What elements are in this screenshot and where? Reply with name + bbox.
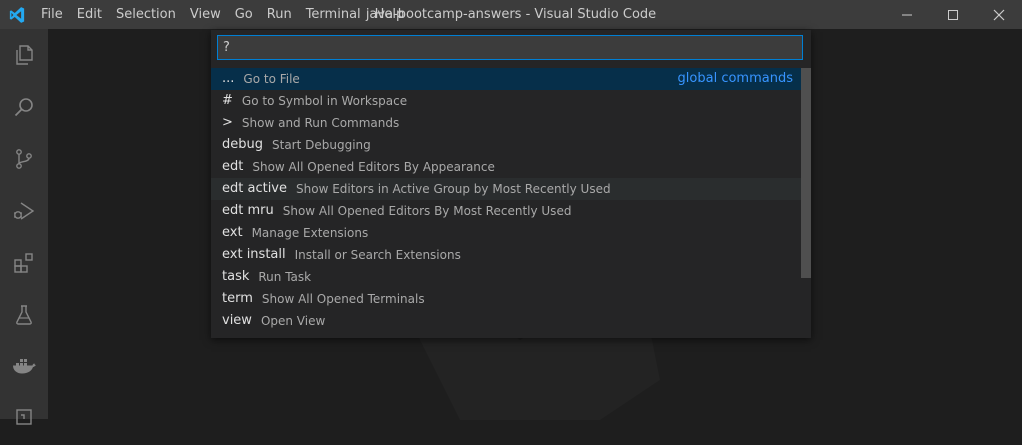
item-description: Show All Opened Editors By Appearance <box>252 160 495 174</box>
item-description: Open View <box>260 314 326 328</box>
quick-open-widget: ? ... Go to File global commands # Go to… <box>211 30 811 338</box>
item-description: Start Debugging <box>272 138 371 152</box>
minimize-button[interactable] <box>884 0 930 29</box>
menu-terminal[interactable]: Terminal <box>299 0 368 29</box>
maximize-button[interactable] <box>930 0 976 29</box>
quick-open-item[interactable]: term Show All Opened Terminals <box>211 288 801 310</box>
quick-open-item[interactable]: # Go to Symbol in Workspace <box>211 90 801 112</box>
maximize-icon <box>948 9 958 20</box>
item-description: Manage Extensions <box>251 226 369 240</box>
item-prefix: view <box>222 313 252 328</box>
item-prefix: ... <box>222 71 235 86</box>
item-description: Run Task <box>258 270 312 284</box>
item-prefix: > <box>222 115 233 130</box>
run-debug-icon[interactable] <box>0 185 48 237</box>
quick-open-list: ... Go to File global commands # Go to S… <box>211 68 801 332</box>
item-description: Go to File <box>243 72 300 86</box>
testing-icon[interactable] <box>0 289 48 341</box>
quick-open-item[interactable]: task Run Task <box>211 266 801 288</box>
quick-open-item[interactable]: edt active Show Editors in Active Group … <box>211 178 801 200</box>
quick-open-scrollbar[interactable] <box>801 68 811 278</box>
menu-edit[interactable]: Edit <box>70 0 109 29</box>
close-button[interactable] <box>976 0 1022 29</box>
remote-explorer-icon[interactable] <box>0 393 48 445</box>
menu-selection[interactable]: Selection <box>109 0 183 29</box>
source-control-icon[interactable] <box>0 133 48 185</box>
quick-open-item[interactable]: ext Manage Extensions <box>211 222 801 244</box>
menu-run[interactable]: Run <box>260 0 299 29</box>
vscode-logo-icon <box>0 0 34 29</box>
quick-open-item[interactable]: ext install Install or Search Extensions <box>211 244 801 266</box>
item-description: Show All Opened Terminals <box>261 292 425 306</box>
quick-open-item[interactable]: edt Show All Opened Editors By Appearanc… <box>211 156 801 178</box>
menu-view[interactable]: View <box>183 0 228 29</box>
item-prefix: edt <box>222 159 244 174</box>
quick-open-item[interactable]: debug Start Debugging <box>211 134 801 156</box>
item-description: Show All Opened Editors By Most Recently… <box>282 204 572 218</box>
item-description: Go to Symbol in Workspace <box>241 94 408 108</box>
quick-open-item[interactable]: view Open View <box>211 310 801 332</box>
title-bar: File Edit Selection View Go Run Terminal… <box>0 0 1022 29</box>
quick-open-item[interactable]: > Show and Run Commands <box>211 112 801 134</box>
item-description: Install or Search Extensions <box>294 248 461 262</box>
quick-open-item[interactable]: edt mru Show All Opened Editors By Most … <box>211 200 801 222</box>
item-prefix: edt mru <box>222 203 274 218</box>
item-prefix: ext <box>222 225 243 240</box>
explorer-icon[interactable] <box>0 29 48 81</box>
quick-open-input[interactable]: ? <box>217 35 803 60</box>
minimize-icon <box>902 14 912 15</box>
extensions-icon[interactable] <box>0 237 48 289</box>
item-prefix: term <box>222 291 253 306</box>
activity-bar <box>0 29 48 425</box>
item-detail: global commands <box>677 71 793 86</box>
close-icon <box>993 9 1005 20</box>
menu-file[interactable]: File <box>34 0 70 29</box>
search-icon[interactable] <box>0 81 48 133</box>
menu-bar: File Edit Selection View Go Run Terminal… <box>34 0 411 29</box>
docker-icon[interactable] <box>0 341 48 393</box>
item-prefix: task <box>222 269 250 284</box>
menu-go[interactable]: Go <box>228 0 260 29</box>
item-prefix: # <box>222 93 233 108</box>
item-prefix: ext install <box>222 247 286 262</box>
window-controls <box>884 0 1022 29</box>
quick-open-item[interactable]: ... Go to File global commands <box>211 68 801 90</box>
menu-help[interactable]: Help <box>368 0 412 29</box>
item-prefix: debug <box>222 137 263 152</box>
item-description: Show Editors in Active Group by Most Rec… <box>296 182 611 196</box>
item-prefix: edt active <box>222 181 287 196</box>
item-description: Show and Run Commands <box>241 116 400 130</box>
